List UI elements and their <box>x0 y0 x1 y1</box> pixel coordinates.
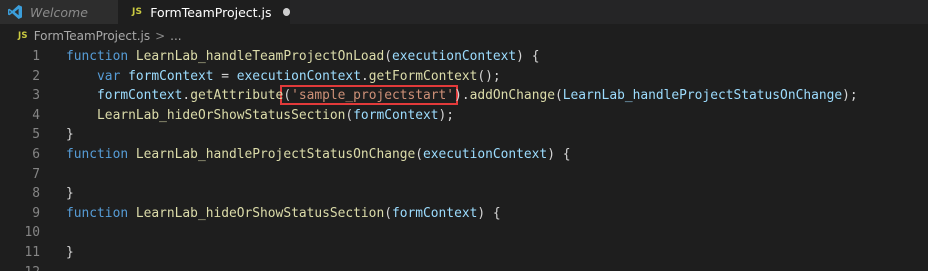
code-token: } <box>66 245 74 260</box>
code-content: } <box>66 125 74 144</box>
line-number: 11 <box>24 245 40 260</box>
code-token: ); <box>438 107 455 123</box>
breadcrumb: JS FormTeamProject.js > ... <box>0 26 182 46</box>
code-token: formContext <box>353 107 439 123</box>
code-token: ( <box>283 88 292 104</box>
code-token: ( <box>384 205 392 221</box>
code-content: } <box>66 184 74 203</box>
code-token: addOnChange <box>469 88 555 104</box>
code-token: } <box>66 127 74 143</box>
code-token: . <box>360 68 369 84</box>
code-token: LearnLab_hideOrShowStatusSection <box>97 107 346 123</box>
code-token: function <box>66 205 129 221</box>
code-token: ( <box>345 107 354 123</box>
code-token: function <box>66 49 129 64</box>
code-content: var formContext = executionContext.getFo… <box>66 67 501 86</box>
code-token: executionContext <box>236 68 361 84</box>
code-token: LearnLab_handleProjectStatusOnChange <box>135 147 416 162</box>
editor-tab-bar: Welcome JS FormTeamProject.js <box>0 0 928 24</box>
code-token: ); <box>842 88 858 104</box>
code-content: } <box>66 243 74 262</box>
line-number: 8 <box>32 186 40 202</box>
code-token: function <box>66 147 129 162</box>
code-token: (); <box>477 68 501 84</box>
code-content: function LearnLab_handleTeamProjectOnLoa… <box>66 47 539 66</box>
code-token: ) { <box>547 147 571 162</box>
code-token: executionContext <box>423 147 548 162</box>
line-number: 1 <box>32 49 40 64</box>
line-number: 12 <box>0 263 40 271</box>
line-number: 7 <box>32 166 40 182</box>
code-token: LearnLab_handleTeamProjectOnLoad <box>135 49 385 64</box>
line-number: 5 <box>32 127 40 143</box>
code-token: ( <box>384 49 392 64</box>
code-token: getFormContext <box>368 68 478 84</box>
tab-welcome-label: Welcome <box>30 4 88 20</box>
code-token: formContext <box>128 68 214 84</box>
js-file-icon: JS <box>18 31 28 41</box>
line-number: 6 <box>32 147 40 162</box>
tab-welcome[interactable]: Welcome <box>0 0 118 24</box>
vscode-logo-icon <box>8 5 22 19</box>
code-token: var <box>97 68 121 84</box>
code-token: executionContext <box>391 49 517 64</box>
line-number: 4 <box>32 107 40 123</box>
line-number: 3 <box>32 88 40 104</box>
code-token: } <box>66 186 74 202</box>
js-file-icon: JS <box>132 7 143 17</box>
code-token: = <box>213 68 237 84</box>
breadcrumb-file[interactable]: FormTeamProject.js <box>34 29 150 43</box>
tab-formteamproject[interactable]: JS FormTeamProject.js <box>118 0 290 24</box>
code-token: ( <box>554 88 563 104</box>
code-token: ( <box>415 147 424 162</box>
line-number: 2 <box>32 68 40 84</box>
code-token: ). <box>454 88 470 104</box>
code-token: formContext <box>391 205 478 221</box>
unsaved-dot-icon[interactable] <box>282 8 290 16</box>
code-editor[interactable]: 1 function LearnLab_handleTeamProjectOnLo… <box>0 46 928 271</box>
code-token: LearnLab_handleProjectStatusOnChange <box>562 88 843 104</box>
tab-formteamproject-label: FormTeamProject.js <box>150 4 272 20</box>
code-token: ) { <box>477 205 501 221</box>
breadcrumb-more[interactable]: ... <box>170 29 181 43</box>
code-content: LearnLab_hideOrShowStatusSection(formCon… <box>66 106 454 125</box>
code-token: LearnLab_hideOrShowStatusSection <box>135 205 385 221</box>
code-token: formContext <box>97 88 183 104</box>
line-number: 10 <box>24 225 40 241</box>
code-content: formContext.getAttribute('sample_project… <box>66 86 858 105</box>
code-content: function LearnLab_hideOrShowStatusSectio… <box>66 204 501 223</box>
breadcrumb-separator: > <box>155 29 166 43</box>
code-token: getAttribute <box>190 88 284 104</box>
code-content: function LearnLab_handleProjectStatusOnC… <box>66 145 571 164</box>
line-number: 9 <box>32 205 40 221</box>
code-token: 'sample_projectstart' <box>291 88 455 104</box>
code-token: ) { <box>516 49 540 64</box>
